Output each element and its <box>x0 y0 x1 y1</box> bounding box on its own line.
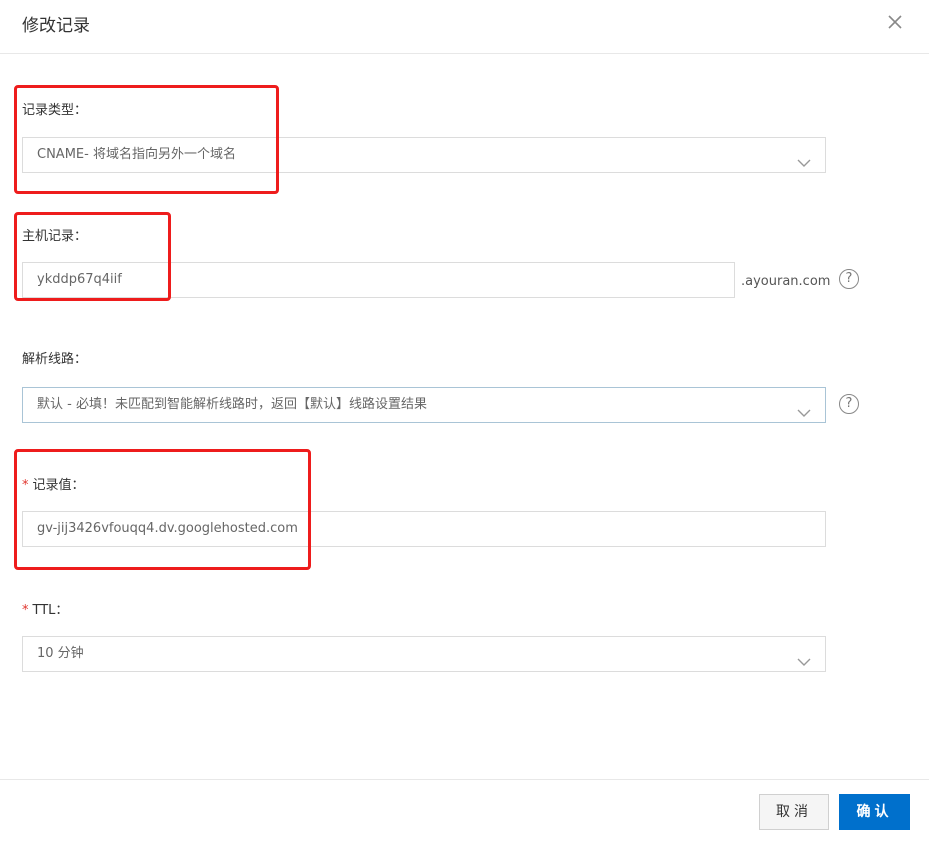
dialog-header: 修改记录 <box>0 0 929 54</box>
record-type-label: 记录类型： <box>22 103 88 118</box>
record-type-select[interactable]: CNAME- 将域名指向另外一个域名 <box>22 137 826 173</box>
host-record-value: ykddp67q4iif <box>37 272 122 287</box>
highlight-box-record-value <box>14 449 311 570</box>
chevron-down-icon <box>797 399 811 417</box>
required-mark: * <box>22 478 29 493</box>
resolve-line-value: 默认 - 必填！未匹配到智能解析线路时，返回【默认】线路设置结果 <box>37 397 427 412</box>
cancel-button[interactable]: 取消 <box>759 794 829 830</box>
record-value-label-text: 记录值： <box>32 478 85 493</box>
dialog-title: 修改记录 <box>22 16 90 36</box>
confirm-button[interactable]: 确认 <box>839 794 910 830</box>
ttl-label: * TTL： <box>22 599 68 618</box>
domain-suffix: .ayouran.com <box>741 274 831 289</box>
resolve-line-label: 解析线路： <box>22 352 88 367</box>
record-value-input[interactable]: gv-jij3426vfouqq4.dv.googlehosted.com <box>22 511 826 547</box>
host-record-label: 主机记录： <box>22 229 88 244</box>
close-icon[interactable] <box>884 11 906 33</box>
help-icon[interactable]: ? <box>839 269 859 289</box>
record-value-label: * 记录值： <box>22 474 85 493</box>
ttl-value: 10 分钟 <box>37 646 84 661</box>
ttl-select[interactable]: 10 分钟 <box>22 636 826 672</box>
record-type-value: CNAME- 将域名指向另外一个域名 <box>37 147 236 162</box>
required-mark: * <box>22 603 29 618</box>
help-icon[interactable]: ? <box>839 394 859 414</box>
resolve-line-select[interactable]: 默认 - 必填！未匹配到智能解析线路时，返回【默认】线路设置结果 <box>22 387 826 423</box>
chevron-down-icon <box>797 149 811 167</box>
ttl-label-text: TTL： <box>32 603 69 618</box>
record-value-value: gv-jij3426vfouqq4.dv.googlehosted.com <box>37 521 298 536</box>
chevron-down-icon <box>797 648 811 666</box>
host-record-input[interactable]: ykddp67q4iif <box>22 262 735 298</box>
